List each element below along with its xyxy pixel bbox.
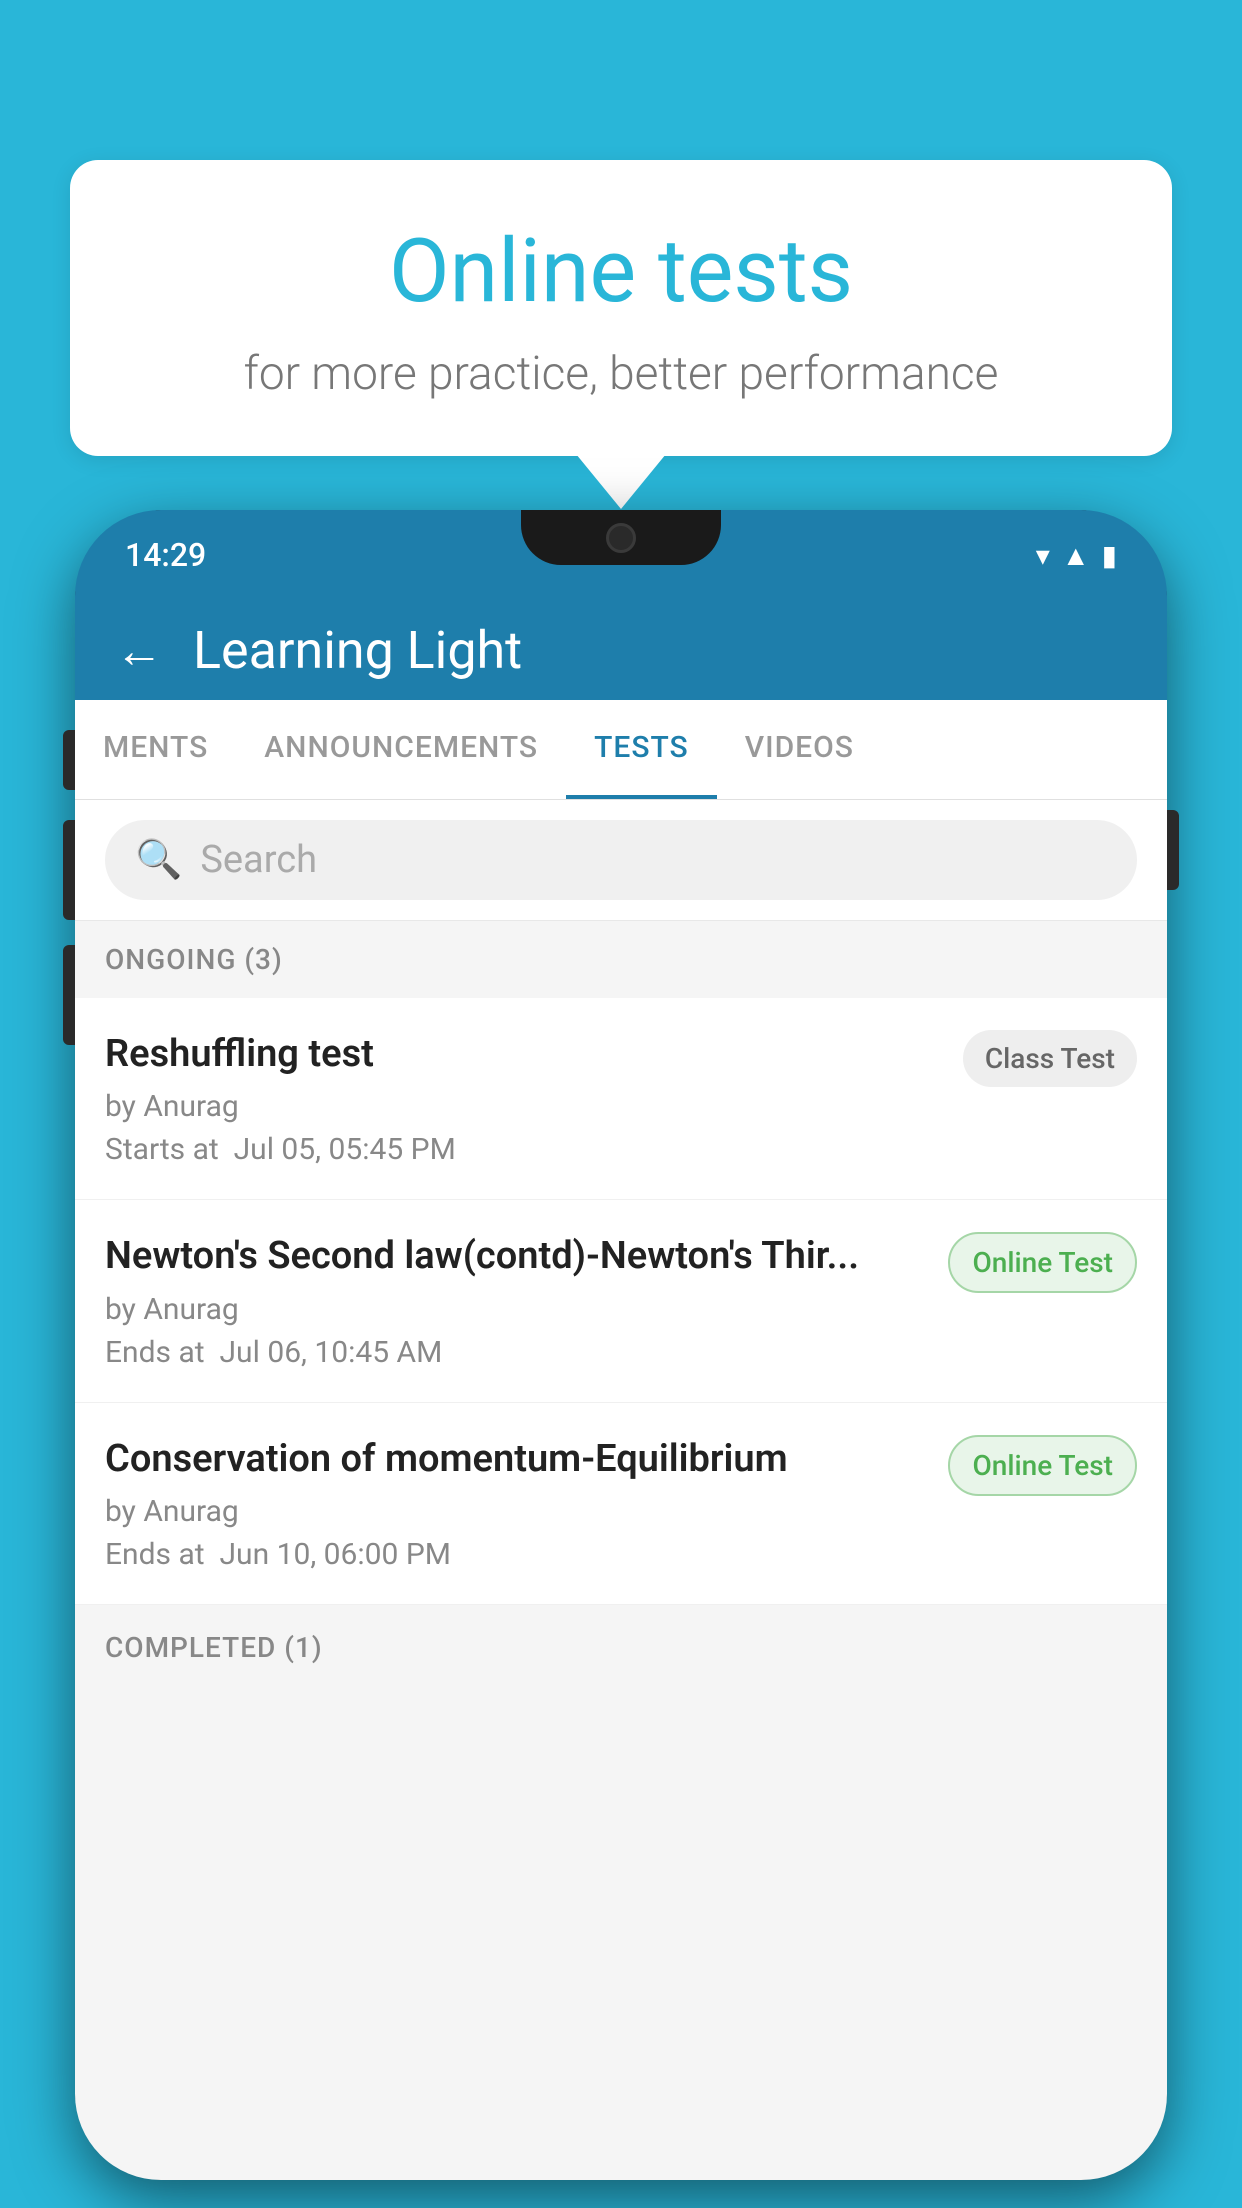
tab-announcements[interactable]: ANNOUNCEMENTS — [236, 700, 566, 799]
test-info: Conservation of momentum-Equilibrium by … — [105, 1435, 928, 1572]
promo-title: Online tests — [150, 220, 1092, 323]
test-name: Newton's Second law(contd)-Newton's Thir… — [105, 1232, 928, 1281]
test-name: Conservation of momentum-Equilibrium — [105, 1435, 928, 1484]
wifi-icon: ▾ — [1036, 539, 1050, 572]
search-icon: 🔍 — [135, 838, 182, 882]
tab-videos[interactable]: VIDEOS — [717, 700, 882, 799]
time-label: Ends at — [105, 1335, 205, 1370]
tests-list: Reshuffling test by Anurag Starts at Jul… — [75, 998, 1167, 1605]
test-author: by Anurag — [105, 1494, 928, 1529]
test-time: Ends at Jul 06, 10:45 AM — [105, 1335, 928, 1370]
status-time: 14:29 — [125, 536, 206, 574]
volume-down-button — [63, 945, 75, 1045]
class-test-badge: Class Test — [963, 1030, 1137, 1087]
status-bar: 14:29 ▾ ▲ ▮ — [75, 510, 1167, 600]
front-camera — [606, 523, 636, 553]
online-test-badge: Online Test — [948, 1232, 1137, 1293]
time-value: Jun 10, 06:00 PM — [220, 1537, 451, 1572]
app-title: Learning Light — [193, 620, 522, 681]
test-time: Ends at Jun 10, 06:00 PM — [105, 1537, 928, 1572]
test-time: Starts at Jul 05, 05:45 PM — [105, 1132, 943, 1167]
status-icons: ▾ ▲ ▮ — [1036, 539, 1117, 572]
phone-mockup: 14:29 ▾ ▲ ▮ ← Learning Light MENTS ANNOU… — [75, 510, 1167, 2208]
ongoing-section-title: ONGOING (3) — [105, 943, 283, 976]
test-info: Reshuffling test by Anurag Starts at Jul… — [105, 1030, 943, 1167]
search-container: 🔍 Search — [75, 800, 1167, 921]
time-label: Ends at — [105, 1537, 205, 1572]
time-value: Jul 06, 10:45 AM — [220, 1335, 443, 1370]
battery-icon: ▮ — [1102, 539, 1117, 572]
phone-frame: 14:29 ▾ ▲ ▮ ← Learning Light MENTS ANNOU… — [75, 510, 1167, 2180]
mute-button — [63, 730, 75, 790]
test-name: Reshuffling test — [105, 1030, 943, 1079]
speech-bubble: Online tests for more practice, better p… — [70, 160, 1172, 456]
search-bar[interactable]: 🔍 Search — [105, 820, 1137, 900]
list-item[interactable]: Newton's Second law(contd)-Newton's Thir… — [75, 1200, 1167, 1402]
speech-bubble-arrow — [576, 454, 666, 509]
phone-content: MENTS ANNOUNCEMENTS TESTS VIDEOS 🔍 Searc… — [75, 700, 1167, 2180]
completed-section-header: COMPLETED (1) — [75, 1609, 1167, 1686]
search-input[interactable]: Search — [200, 838, 317, 882]
time-value: Jul 05, 05:45 PM — [234, 1132, 456, 1167]
signal-icon: ▲ — [1062, 539, 1090, 572]
list-item[interactable]: Conservation of momentum-Equilibrium by … — [75, 1403, 1167, 1605]
tabs-bar: MENTS ANNOUNCEMENTS TESTS VIDEOS — [75, 700, 1167, 800]
back-button[interactable]: ← — [115, 622, 163, 679]
test-author: by Anurag — [105, 1292, 928, 1327]
tab-ments[interactable]: MENTS — [75, 700, 236, 799]
volume-up-button — [63, 820, 75, 920]
phone-notch — [521, 510, 721, 565]
completed-section-title: COMPLETED (1) — [105, 1631, 323, 1664]
ongoing-section-header: ONGOING (3) — [75, 921, 1167, 998]
promo-banner: Online tests for more practice, better p… — [70, 160, 1172, 509]
power-button — [1167, 810, 1179, 890]
time-label: Starts at — [105, 1132, 219, 1167]
app-header: ← Learning Light — [75, 600, 1167, 700]
tab-tests[interactable]: TESTS — [566, 700, 717, 799]
online-test-badge-2: Online Test — [948, 1435, 1137, 1496]
test-author: by Anurag — [105, 1089, 943, 1124]
promo-subtitle: for more practice, better performance — [150, 347, 1092, 401]
test-info: Newton's Second law(contd)-Newton's Thir… — [105, 1232, 928, 1369]
list-item[interactable]: Reshuffling test by Anurag Starts at Jul… — [75, 998, 1167, 1200]
